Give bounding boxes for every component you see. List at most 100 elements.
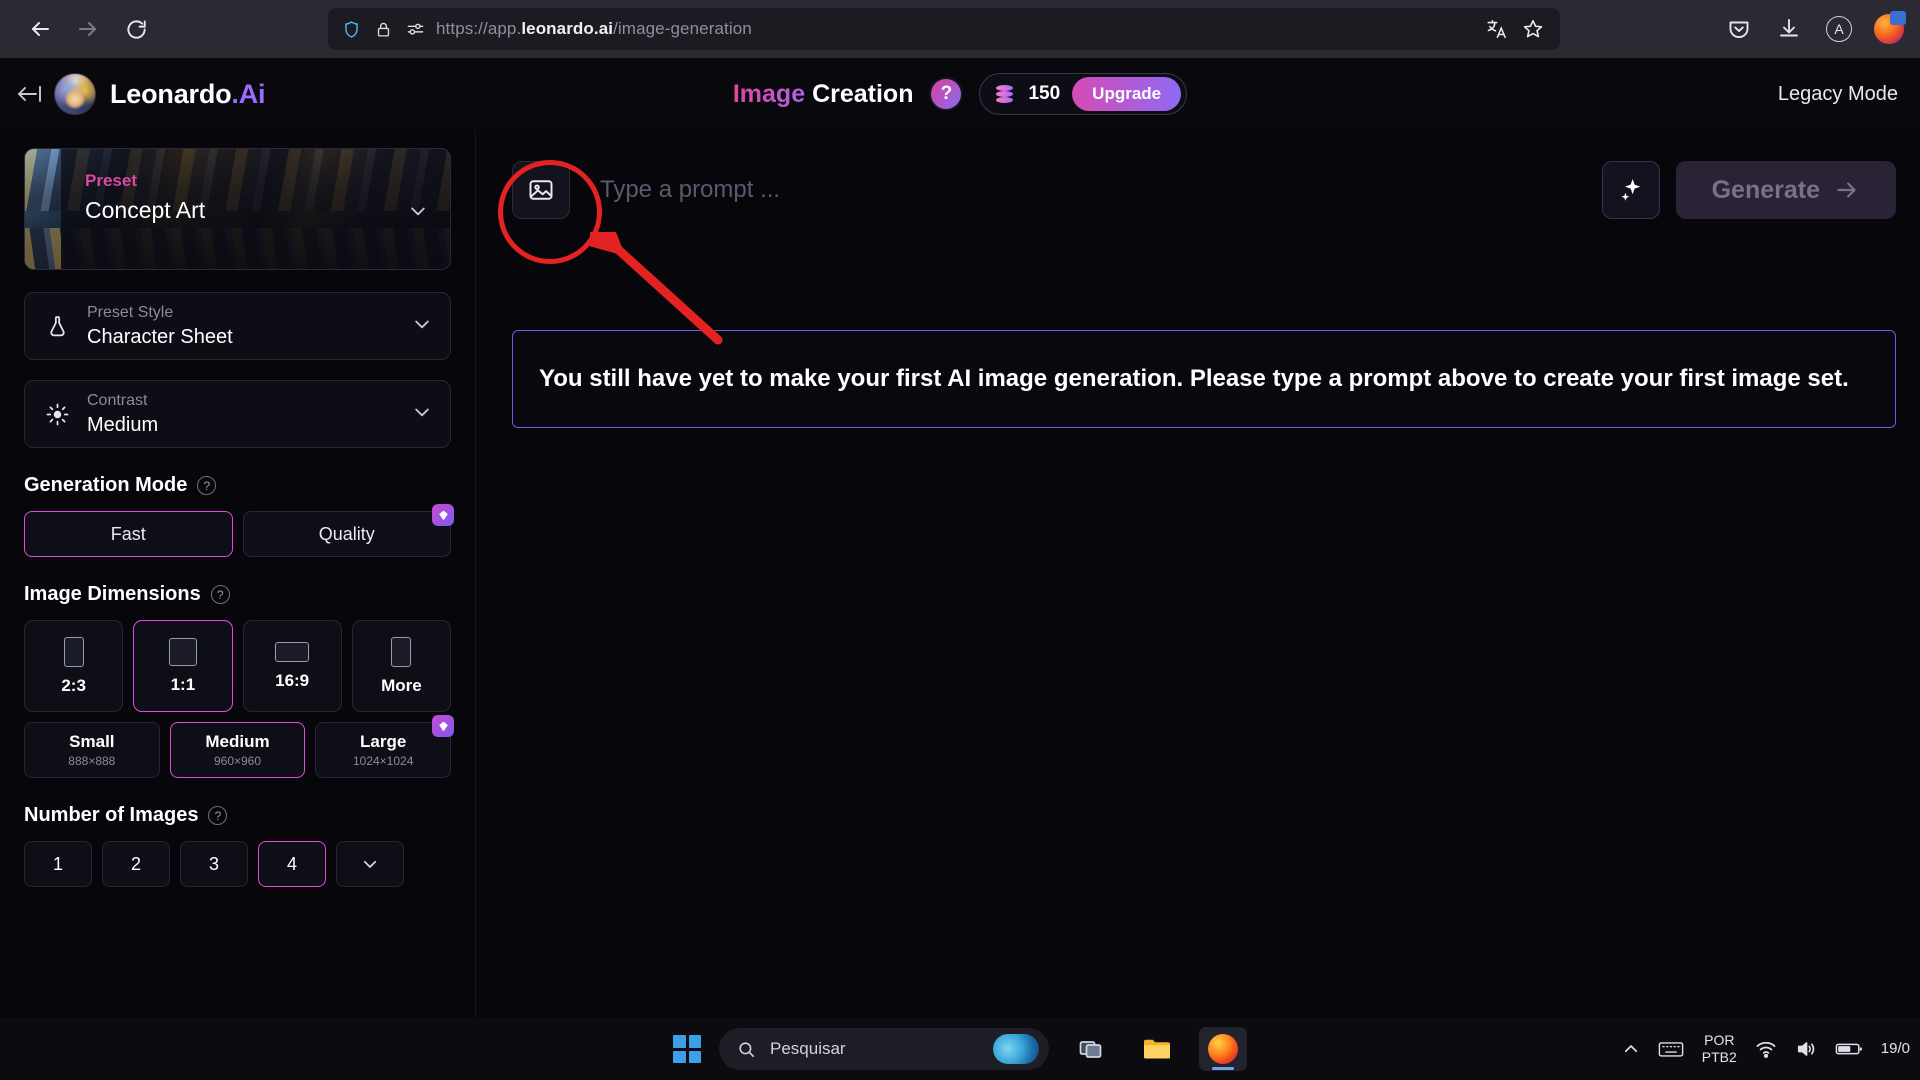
generation-mode-options: Fast Quality [24,504,454,557]
image-size-large[interactable]: Large 1024×1024 [315,715,455,778]
generation-mode-fast[interactable]: Fast [24,511,233,557]
firefox-view-icon[interactable] [1872,11,1906,46]
premium-gem-icon [432,715,455,737]
wifi-icon [1756,1041,1776,1058]
shield-icon[interactable] [340,18,362,40]
upgrade-button[interactable]: Upgrade [1072,77,1182,111]
volume-button[interactable] [1795,1039,1817,1059]
firefox-taskbar-button[interactable] [1199,1027,1247,1071]
number-of-images-title: Number of Images [24,804,199,826]
lock-icon[interactable] [372,18,394,40]
contrast-label: Contrast [87,391,148,409]
pocket-save-icon[interactable] [1722,12,1756,46]
portrait-shape-icon [63,636,84,667]
generate-arrow-icon [1837,182,1856,198]
header-center: Image Creation ? 150 Upgrade [0,73,1920,115]
tray-expand-icon [1624,1045,1637,1053]
num-images-4[interactable]: 4 [258,841,326,887]
credits-pill: 150 Upgrade [979,73,1188,115]
aspect-ratio-2-3[interactable]: 2:3 [24,620,124,712]
keyboard-layout-button[interactable] [1658,1039,1684,1059]
star-bookmark-icon[interactable] [1522,18,1544,40]
chevron-down-icon[interactable] [412,314,432,339]
reload-button[interactable] [114,9,158,49]
image-dimensions-title: Image Dimensions [24,583,201,605]
language-indicator[interactable]: POR PTB2 [1702,1032,1737,1067]
brightness-sun-icon [43,402,71,427]
preset-value: Concept Art [85,197,206,223]
image-upload-icon [529,180,553,200]
chevron-down-icon[interactable] [408,201,428,226]
contrast-select[interactable]: Contrast Medium [24,380,451,448]
chevron-down-icon[interactable] [412,402,432,427]
taskbar-search-placeholder: Pesquisar [770,1039,846,1058]
brand-logo[interactable]: Leonardo.Ai [54,73,266,115]
url-path: /image-generation [613,19,752,38]
credits-value: 150 [1028,83,1061,104]
num-images-more[interactable] [336,841,404,887]
forward-arrow-icon [79,22,96,36]
preset-style-select[interactable]: Preset Style Character Sheet [24,292,451,360]
empty-state-notice: You still have yet to make your first AI… [512,330,1896,428]
aspect-ratio-more[interactable]: More [351,620,451,712]
num-images-2[interactable]: 2 [102,841,170,887]
contrast-value: Medium [87,413,159,436]
firefox-icon [1208,1034,1238,1064]
collapse-back-button[interactable] [0,83,54,105]
image-size-small[interactable]: Small 888×888 [24,722,160,778]
more-shape-icon [391,636,412,667]
clock[interactable]: 19/0 [1881,1039,1910,1059]
site-permissions-icon[interactable] [404,18,426,40]
help-button[interactable]: ? [929,77,964,111]
taskbar-system-tray: POR PTB2 19/0 [1622,1018,1920,1080]
copilot-icon[interactable] [993,1034,1039,1064]
url-domain: leonardo.ai [521,19,614,38]
aspect-ratio-1-1[interactable]: 1:1 [133,620,233,712]
image-size-medium[interactable]: Medium 960×960 [169,722,306,778]
premium-gem-icon [432,504,454,526]
wifi-button[interactable] [1755,1039,1777,1059]
help-question-icon[interactable]: ? [197,476,217,495]
url-text[interactable]: https://app.leonardo.ai/image-generation [436,19,1476,39]
num-images-3[interactable]: 3 [180,841,248,887]
chevron-down-icon [363,860,377,868]
account-avatar-icon[interactable]: A [1822,12,1856,46]
windows-taskbar: Pesquisar POR PTB2 19/0 [0,1018,1920,1080]
back-button[interactable] [18,9,62,49]
task-view-button[interactable] [1067,1027,1115,1071]
taskbar-search[interactable]: Pesquisar [719,1028,1049,1070]
image-size-options: Small 888×888 Medium 960×960 Large 1024×… [24,715,455,778]
battery-button[interactable] [1835,1040,1863,1058]
preset-style-label: Preset Style [87,303,174,321]
forward-button[interactable] [66,9,110,49]
landscape-shape-icon [275,641,310,662]
search-icon [739,1041,755,1057]
help-question-icon[interactable]: ? [208,806,228,825]
app-header: Leonardo.Ai Image Creation ? 150 Upgrade… [0,58,1920,130]
file-explorer-icon [1144,1039,1170,1059]
num-images-1[interactable]: 1 [24,841,92,887]
aspect-ratio-16-9[interactable]: 16:9 [242,620,342,712]
browser-nav-buttons [0,9,158,49]
url-prefix: https://app. [436,19,522,38]
enhance-prompt-button[interactable] [1601,161,1660,219]
generation-mode-title: Generation Mode [24,474,188,496]
tray-expand-button[interactable] [1622,1040,1640,1058]
address-bar[interactable]: https://app.leonardo.ai/image-generation [328,8,1560,50]
file-explorer-button[interactable] [1133,1027,1181,1071]
prompt-input[interactable] [570,158,1602,222]
empty-state-text: You still have yet to make your first AI… [539,364,1849,392]
downloads-icon[interactable] [1772,12,1806,46]
windows-start-icon[interactable] [673,1035,701,1063]
translate-icon[interactable] [1486,18,1508,40]
help-question-icon[interactable]: ? [210,585,230,604]
sparkle-enhance-icon [1621,179,1640,201]
generation-mode-quality[interactable]: Quality [242,504,454,557]
number-of-images-header: Number of Images ? [24,804,451,827]
preset-card[interactable]: Preset Concept Art [24,148,451,270]
image-upload-button[interactable] [512,161,570,219]
legacy-mode-link[interactable]: Legacy Mode [1778,83,1898,106]
number-of-images-options: 1 2 3 4 [24,841,451,887]
preset-style-value: Character Sheet [87,325,233,348]
generate-button[interactable]: Generate [1675,161,1896,219]
